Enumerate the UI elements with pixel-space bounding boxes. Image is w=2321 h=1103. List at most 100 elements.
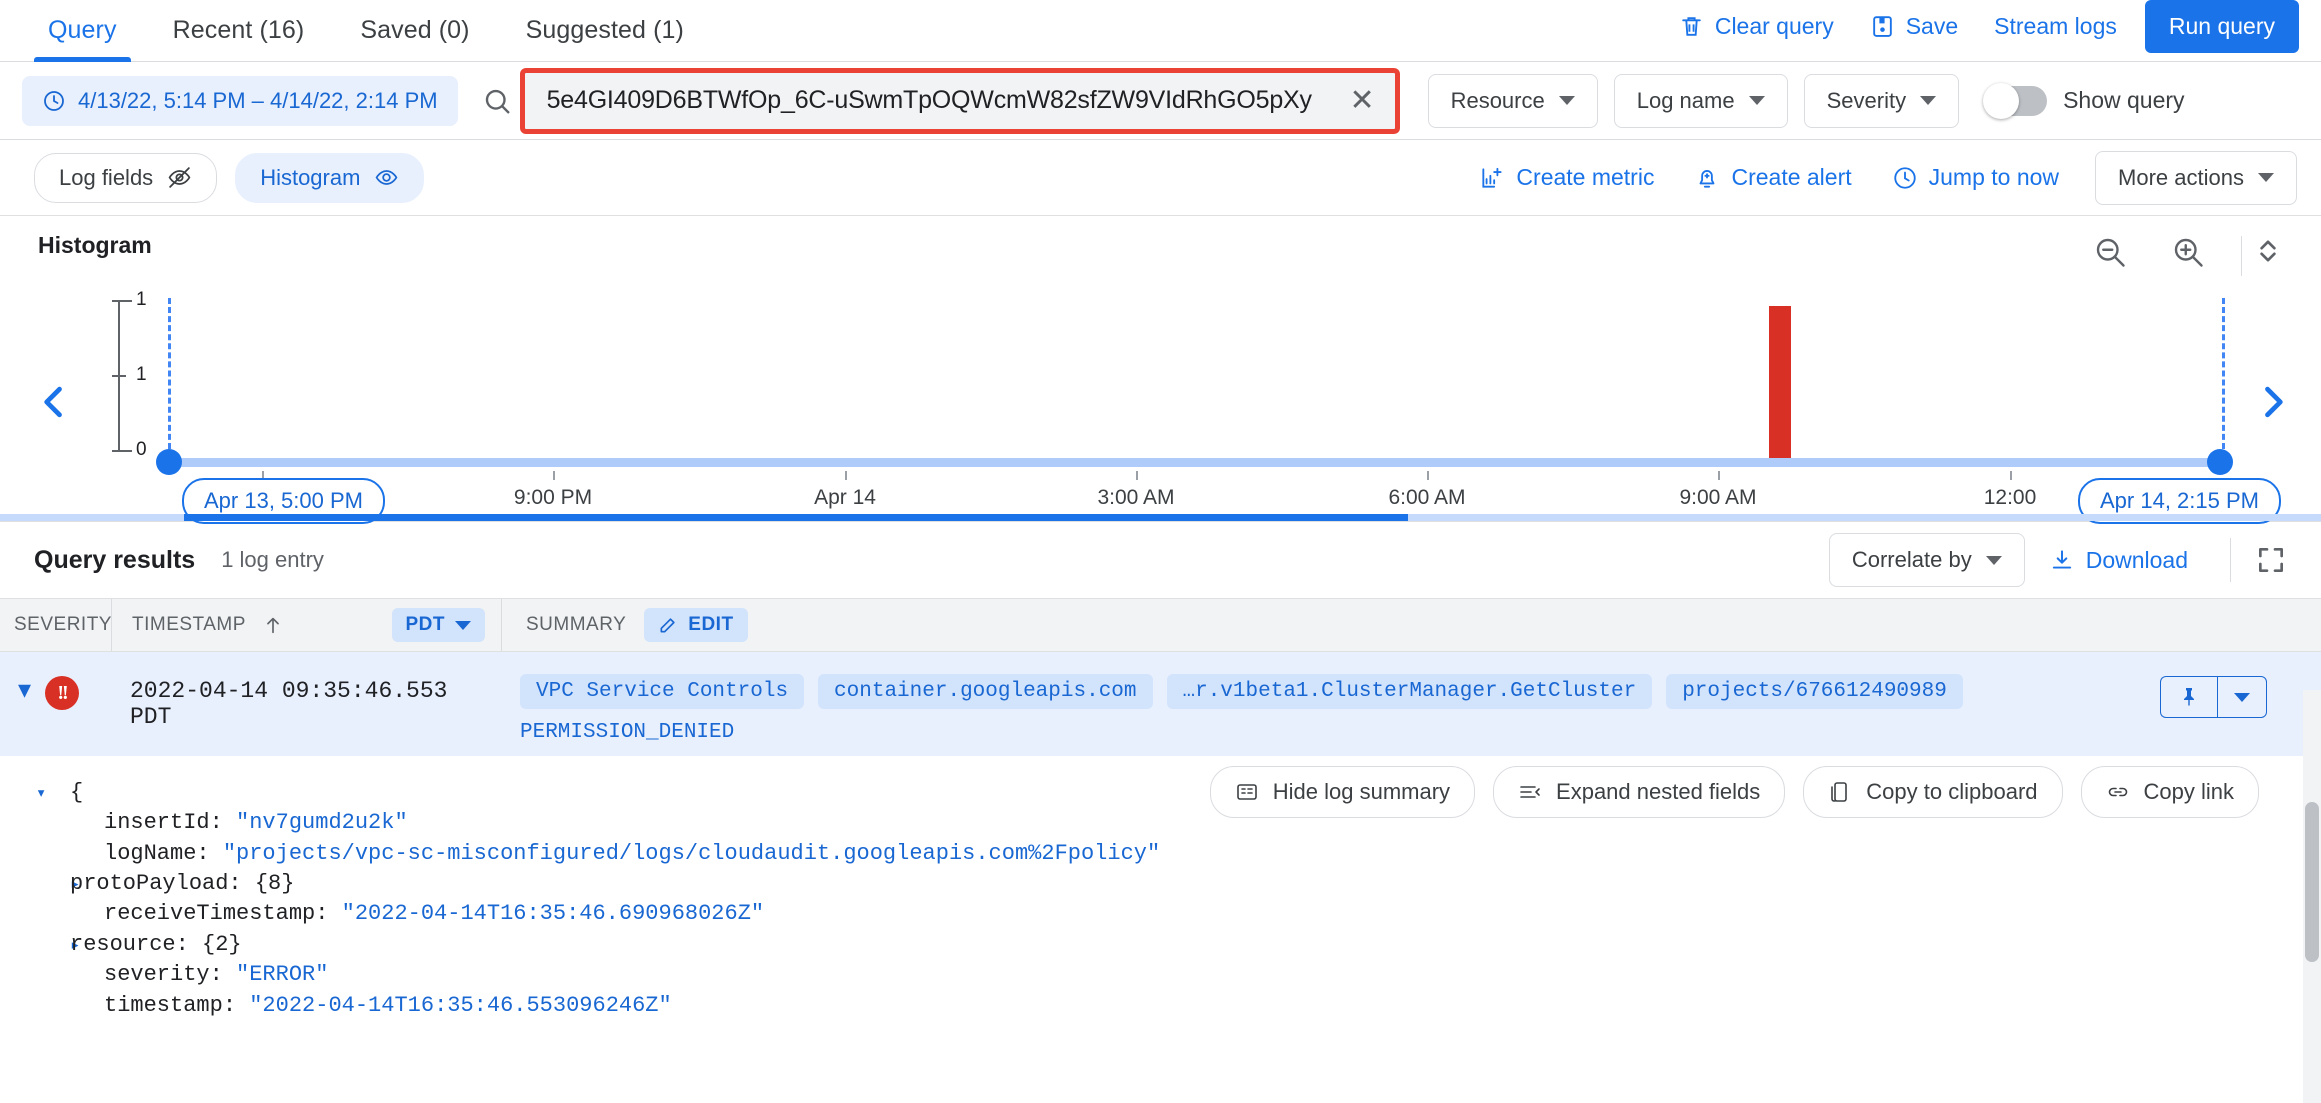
copy-link-label: Copy link [2143, 779, 2234, 804]
hide-log-summary-button[interactable]: Hide log summary [1209, 766, 1476, 818]
save-label: Save [1905, 13, 1959, 39]
log-name-filter[interactable]: Log name [1613, 73, 1788, 128]
json-value: "ERROR" [236, 962, 329, 988]
expand-list-icon [1518, 780, 1542, 804]
json-line: logName: "projects/vpc-sc-misconfigured/… [36, 839, 2321, 869]
copy-to-clipboard-label: Copy to clipboard [1866, 779, 2038, 804]
json-key: protoPayload: [70, 871, 242, 897]
zoom-in-icon[interactable] [2170, 234, 2206, 270]
json-line: ▸ resource: {2} [36, 930, 2321, 960]
tab-query[interactable]: Query [26, 16, 139, 62]
stream-logs-button[interactable]: Stream logs [1976, 3, 2135, 50]
run-query-button[interactable]: Run query [2144, 0, 2299, 53]
summary-tag: …r.v1beta1.ClusterManager.GetCluster [1166, 674, 1653, 709]
column-header-summary-label: SUMMARY [526, 614, 627, 635]
tab-recent[interactable]: Recent (16) [151, 16, 327, 61]
tab-label: Recent (16) [172, 16, 305, 44]
histogram-resize-icon[interactable] [2251, 234, 2285, 268]
edit-summary-button[interactable]: EDIT [644, 608, 748, 642]
query-row: 4/13/22, 5:14 PM – 4/14/22, 2:14 PM 5e4G… [0, 62, 2321, 140]
save-icon [1870, 14, 1895, 39]
resource-filter-label: Resource [1450, 87, 1545, 113]
x-tick [2010, 471, 2012, 480]
x-tick [1136, 471, 1138, 480]
histogram-bar[interactable] [1769, 306, 1791, 458]
search-input[interactable]: 5e4GI409D6BTWfOp_6C-uSwmTpOQWcmW82sfZW9V… [547, 86, 1342, 115]
histogram-panel: Histogram 1 1 0 9:00 PM Apr 14 3:00 AM 6… [0, 216, 2321, 524]
create-metric-button[interactable]: Create metric [1461, 154, 1672, 201]
histogram-axis-line[interactable] [168, 458, 2217, 467]
row-pin-group [2160, 676, 2267, 718]
logs-explorer-page: Query Recent (16) Saved (0) Suggested (1… [0, 0, 2321, 1103]
expand-row-icon[interactable]: ▾ [18, 676, 31, 702]
correlate-by-button[interactable]: Correlate by [1828, 533, 2025, 587]
json-key: severity: [104, 962, 223, 988]
histogram-scrollbar-thumb[interactable] [184, 514, 1408, 521]
x-tick-label: 3:00 AM [1097, 486, 1175, 509]
clear-query-button[interactable]: Clear query [1661, 3, 1852, 50]
json-key: insertId: [104, 810, 223, 836]
search-icon [480, 86, 514, 116]
log-fields-label: Log fields [59, 164, 154, 190]
summary-panel-icon [1235, 780, 1259, 804]
histogram-chip[interactable]: Histogram [235, 152, 425, 203]
expand-icon[interactable]: ▸ [36, 874, 80, 897]
chevron-down-icon [1748, 96, 1765, 105]
results-scrollbar-thumb[interactable] [2305, 802, 2319, 962]
jump-to-now-button[interactable]: Jump to now [1874, 154, 2077, 201]
search-input-highlight: 5e4GI409D6BTWfOp_6C-uSwmTpOQWcmW82sfZW9V… [519, 67, 1400, 134]
range-start-handle[interactable] [156, 449, 182, 475]
hide-log-summary-label: Hide log summary [1272, 779, 1451, 804]
resource-filter[interactable]: Resource [1427, 73, 1598, 128]
histogram-next-icon[interactable] [2251, 380, 2295, 424]
y-tick [112, 300, 126, 302]
clock-icon [1892, 165, 1918, 191]
more-actions-button[interactable]: More actions [2095, 150, 2297, 205]
histogram-scrollbar[interactable] [0, 514, 2321, 521]
expand-nested-fields-button[interactable]: Expand nested fields [1493, 766, 1786, 818]
severity-filter[interactable]: Severity [1803, 73, 1960, 128]
clear-query-label: Clear query [1714, 13, 1834, 39]
create-alert-button[interactable]: Create alert [1676, 154, 1869, 201]
tab-saved[interactable]: Saved (0) [338, 16, 491, 61]
timezone-selector[interactable]: PDT [391, 608, 485, 642]
tab-suggested[interactable]: Suggested (1) [504, 16, 706, 61]
sort-ascending-icon[interactable] [262, 614, 284, 636]
zoom-out-icon[interactable] [2092, 234, 2128, 270]
download-button[interactable]: Download [2031, 537, 2206, 584]
divider [2230, 538, 2231, 582]
clear-search-icon[interactable]: ✕ [1341, 85, 1382, 116]
more-actions-label: More actions [2118, 164, 2244, 190]
copy-to-clipboard-button[interactable]: Copy to clipboard [1803, 766, 2063, 818]
create-alert-label: Create alert [1731, 164, 1852, 190]
range-end-handle[interactable] [2207, 449, 2233, 475]
range-start-line [168, 298, 171, 458]
expand-icon[interactable]: ▸ [36, 935, 80, 958]
time-range-selector[interactable]: 4/13/22, 5:14 PM – 4/14/22, 2:14 PM [22, 75, 458, 126]
histogram-title: Histogram [38, 232, 152, 258]
json-key: resource: [70, 931, 189, 957]
download-label: Download [2085, 546, 2188, 573]
results-vertical-scrollbar[interactable] [2303, 690, 2321, 1103]
row-menu-button[interactable] [2217, 676, 2267, 718]
query-results-actions: Correlate by Download [1828, 533, 2295, 587]
json-value: "projects/vpc-sc-misconfigured/logs/clou… [222, 840, 1161, 866]
y-tick-label: 0 [136, 439, 147, 460]
fullscreen-icon[interactable] [2255, 544, 2295, 576]
pin-entry-button[interactable] [2160, 676, 2217, 718]
clock-icon [42, 89, 66, 113]
show-query-toggle[interactable] [1983, 82, 2048, 119]
query-results-bar: Query results 1 log entry Correlate by D… [0, 522, 2321, 598]
log-fields-chip[interactable]: Log fields [34, 152, 218, 203]
collapse-icon[interactable]: ▾ [36, 783, 70, 806]
histogram-prev-icon[interactable] [32, 380, 76, 424]
tab-label: Query [48, 16, 117, 44]
search-area: 5e4GI409D6BTWfOp_6C-uSwmTpOQWcmW82sfZW9V… [480, 67, 1400, 134]
filter-group: Resource Log name Severity [1427, 73, 1960, 128]
correlate-by-label: Correlate by [1851, 547, 1972, 572]
x-tick-label: 9:00 PM [513, 486, 593, 509]
table-row[interactable]: ▾ !! 2022-04-14 09:35:46.553 PDT VPC Ser… [0, 652, 2321, 756]
copy-link-button[interactable]: Copy link [2080, 766, 2259, 818]
create-metric-label: Create metric [1516, 164, 1655, 190]
save-button[interactable]: Save [1852, 3, 1976, 50]
